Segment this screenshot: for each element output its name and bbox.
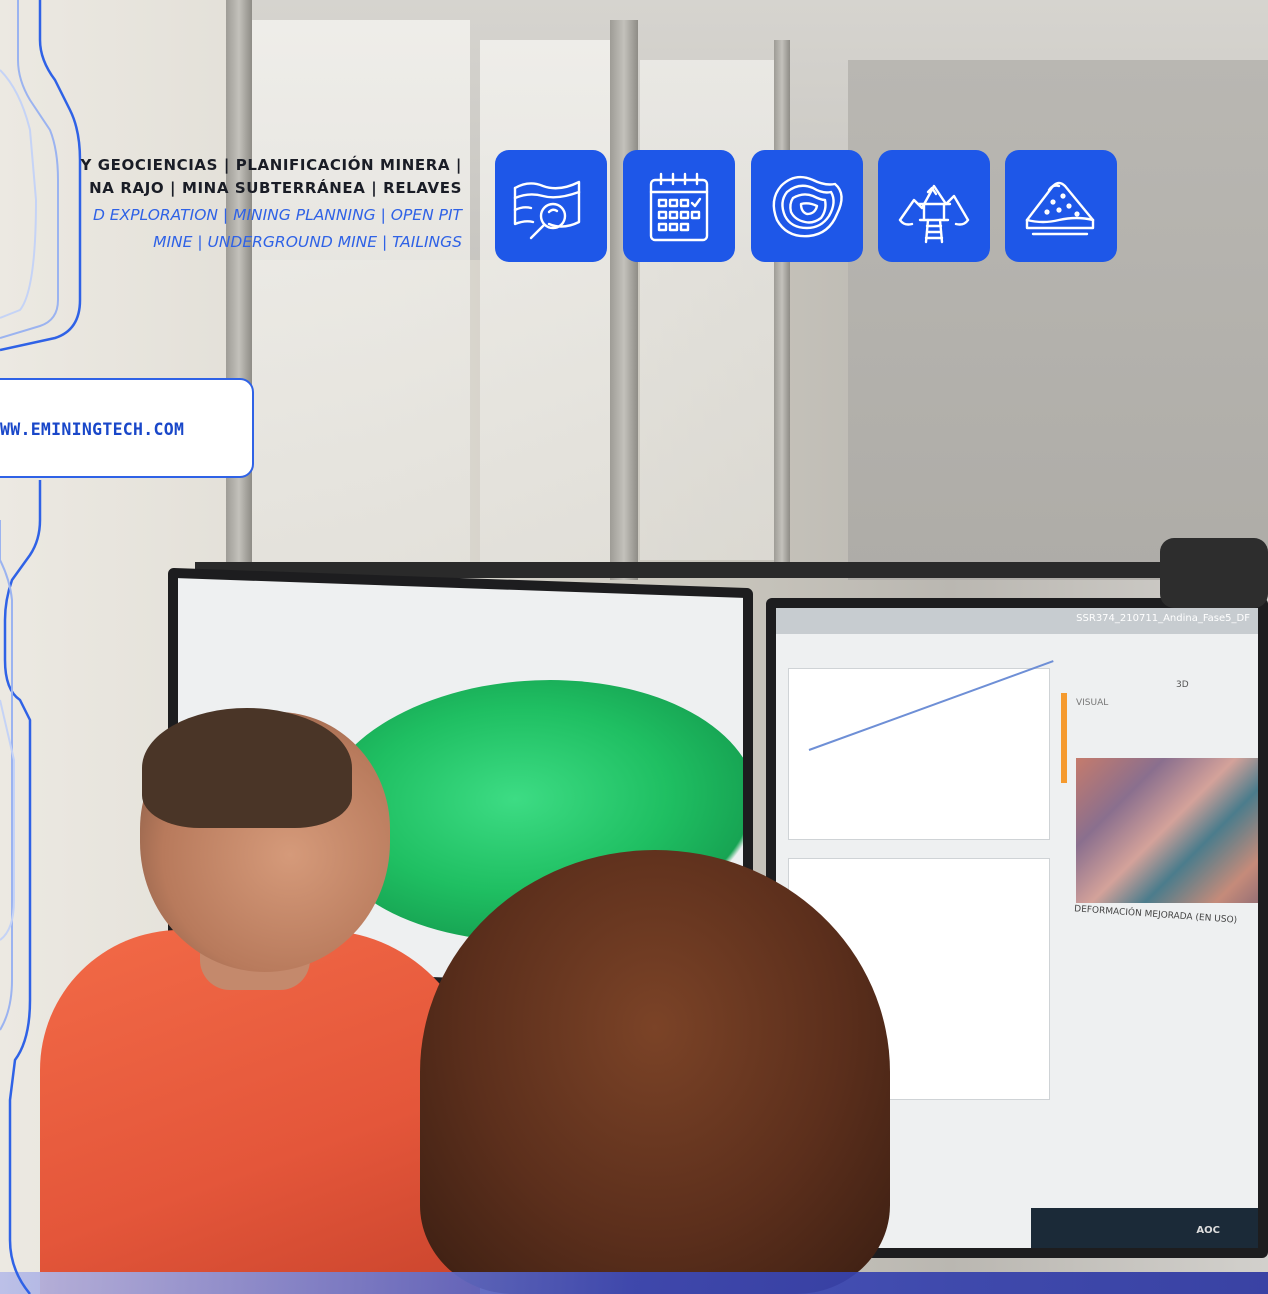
window-pane — [250, 20, 470, 580]
taskbar — [1031, 1208, 1258, 1248]
window-frame — [774, 40, 790, 570]
app-title-bar: SSR374_210711_Andina_Fase5_DF — [776, 608, 1258, 634]
window-title: SSR374_210711_Andina_Fase5_DF — [1076, 613, 1250, 624]
services-english-line-1: D EXPLORATION | MINING PLANNING | OPEN P… — [92, 206, 462, 224]
chart-line — [808, 660, 1054, 751]
deformation-label: DEFORMACIÓN MEJORADA (EN USO) — [1073, 904, 1238, 926]
bottom-color-band — [0, 1272, 1268, 1294]
visual-label: VISUAL — [1076, 698, 1109, 708]
planning-calendar-icon — [623, 150, 735, 262]
window-pane — [480, 40, 610, 570]
webcam — [1160, 538, 1268, 608]
services-spanish-line-2: NA RAJO | MINA SUBTERRÁNEA | RELAVES — [89, 179, 462, 197]
back-wall — [848, 60, 1268, 580]
services-english-line-2: MINE | UNDERGROUND MINE | TAILINGS — [153, 233, 462, 251]
woman-hair — [420, 850, 890, 1294]
chart-panel — [788, 660, 1054, 840]
monitor-brand: AOC — [1196, 1225, 1220, 1236]
open-pit-mine-icon — [751, 150, 863, 262]
website-badge[interactable]: WW.EMININGTECH.COM — [0, 378, 254, 478]
3d-toolbar-label: 3D — [1176, 680, 1189, 690]
man-hair — [142, 708, 352, 828]
window-pane — [640, 60, 780, 560]
exploration-map-magnifier-icon — [495, 150, 607, 262]
website-url[interactable]: WW.EMININGTECH.COM — [0, 420, 184, 439]
tailings-pile-icon — [1005, 150, 1117, 262]
scroll-indicator — [1061, 693, 1067, 783]
window-frame — [610, 20, 638, 580]
services-spanish-line-1: Y GEOCIENCIAS | PLANIFICACIÓN MINERA | — [80, 156, 462, 174]
services-headline: Y GEOCIENCIAS | PLANIFICACIÓN MINERA | N… — [0, 154, 462, 256]
window-frame — [226, 0, 252, 580]
underground-mine-icon — [878, 150, 990, 262]
deformation-map — [1076, 758, 1258, 903]
